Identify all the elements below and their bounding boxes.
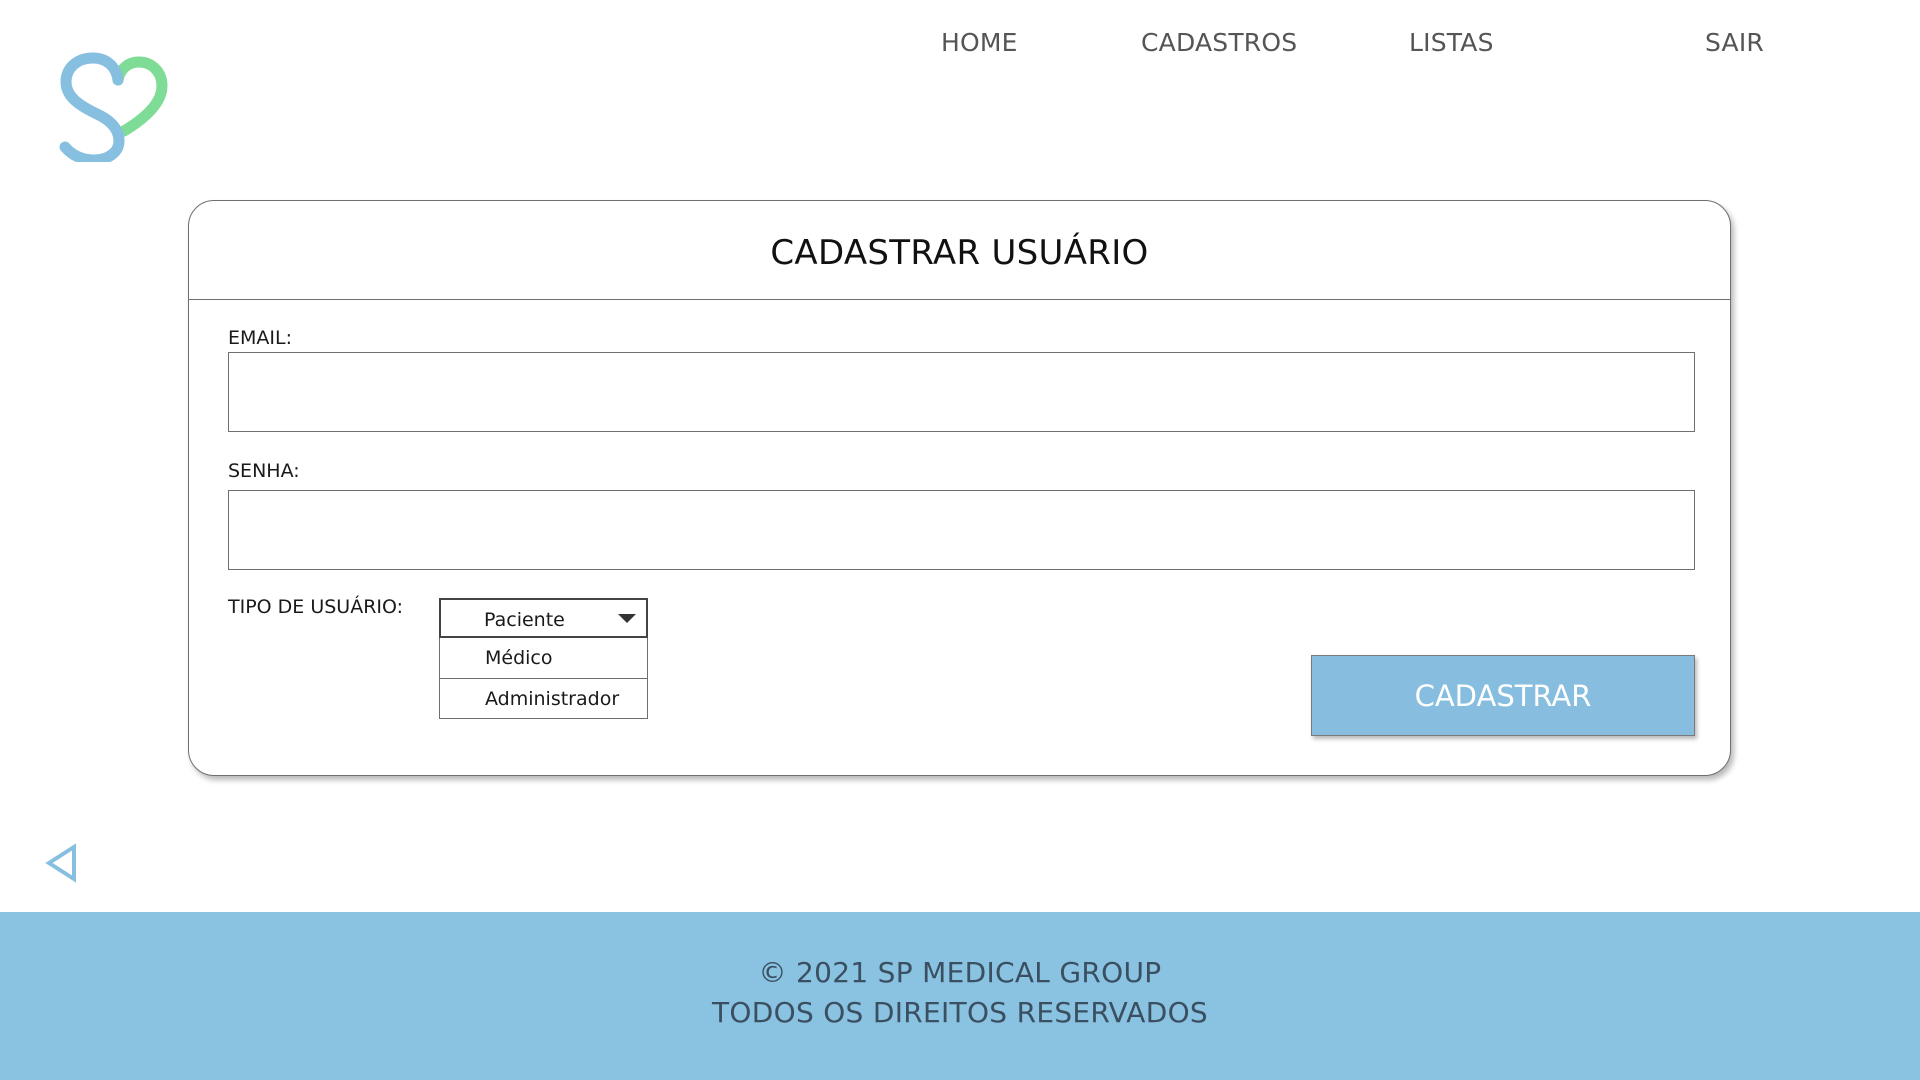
heart-s-logo-icon[interactable] <box>50 38 168 162</box>
register-user-card: CADASTRAR USUÁRIO EMAIL: SENHA: TIPO DE … <box>188 200 1731 776</box>
copyright-text: © 2021 SP MEDICAL GROUP <box>758 956 1162 989</box>
user-type-label: TIPO DE USUÁRIO: <box>228 596 404 618</box>
password-field[interactable] <box>228 490 1695 570</box>
user-type-option-medico[interactable]: Médico <box>440 638 647 678</box>
nav-sair-link[interactable]: SAIR <box>1705 28 1764 57</box>
user-type-selected-value: Paciente <box>484 609 565 631</box>
email-label: EMAIL: <box>228 327 292 349</box>
back-triangle-icon[interactable] <box>44 842 82 884</box>
footer: © 2021 SP MEDICAL GROUP TODOS OS DIREITO… <box>0 912 1920 1080</box>
email-field[interactable] <box>228 352 1695 432</box>
user-type-select[interactable]: Paciente <box>439 598 648 638</box>
user-type-option-administrador[interactable]: Administrador <box>440 678 647 718</box>
rights-text: TODOS OS DIREITOS RESERVADOS <box>712 996 1208 1029</box>
password-label: SENHA: <box>228 460 300 482</box>
user-type-options-list: Médico Administrador <box>439 638 648 719</box>
cadastrar-button[interactable]: CADASTRAR <box>1311 655 1695 736</box>
nav-cadastros-link[interactable]: CADASTROS <box>1141 28 1297 57</box>
nav-listas-link[interactable]: LISTAS <box>1409 28 1494 57</box>
page-title: CADASTRAR USUÁRIO <box>770 233 1149 273</box>
title-divider <box>189 299 1730 300</box>
caret-down-icon[interactable] <box>618 614 636 623</box>
nav-home-link[interactable]: HOME <box>941 28 1018 57</box>
